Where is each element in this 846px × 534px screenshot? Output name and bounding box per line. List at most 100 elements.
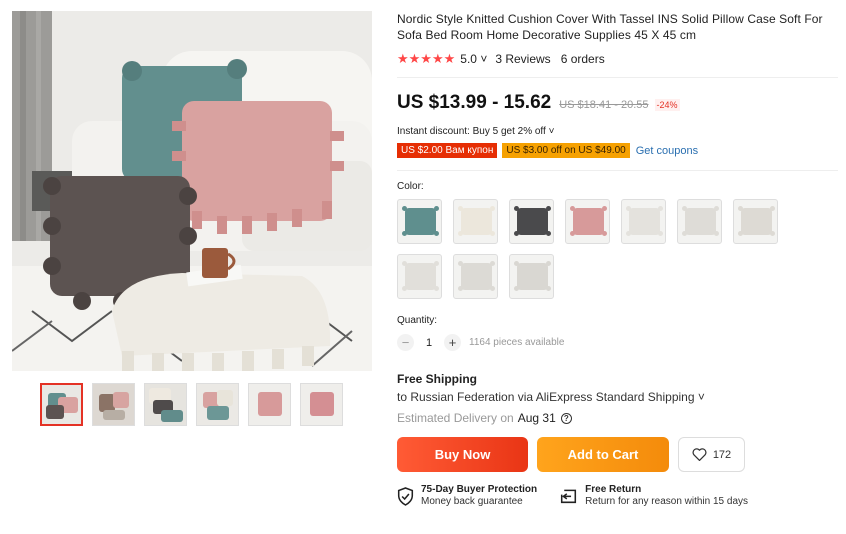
quantity-stepper: − 1 + 1164 pieces available [397,334,838,351]
wishlist-button[interactable]: 172 [678,437,745,472]
shipping-destination-dropdown[interactable]: to Russian Federation via AliExpress Sta… [397,390,838,404]
swatch-tassel [490,231,495,236]
heart-icon [692,448,707,461]
reviews-link[interactable]: 3 Reviews [495,52,550,66]
color-swatch-white-5[interactable] [453,254,498,299]
main-product-image[interactable] [12,11,372,371]
swatch-pillow [405,263,436,290]
color-swatch-charcoal[interactable] [509,199,554,244]
chevron-down-icon: ˅ [480,52,488,66]
original-price: US $18.41 - 20.55 [559,99,649,111]
swatch-tassel [434,261,439,266]
swatch-tassel [626,206,631,211]
color-label: Color: [397,181,424,192]
return-title: Free Return [585,484,642,495]
action-buttons: Buy Now Add to Cart 172 [397,437,838,472]
swatch-tassel [546,206,551,211]
color-swatch-pink[interactable] [565,199,610,244]
add-to-cart-button[interactable]: Add to Cart [537,437,669,472]
protection-title: 75-Day Buyer Protection [421,484,538,495]
return-subtitle: Return for any reason within 15 days [585,496,749,507]
color-swatch-teal[interactable] [397,199,442,244]
thumbnail-4[interactable] [196,383,239,426]
rating-row: ★★★★★ 5.0 ˅ 3 Reviews 6 orders [397,51,838,67]
thumbnail-3[interactable] [144,383,187,426]
swatch-tassel [458,261,463,266]
swatch-pillow [629,208,660,235]
swatch-tassel [490,286,495,291]
swatch-tassel [682,231,687,236]
swatch-tassel [546,261,551,266]
star-rating-icon: ★★★★★ [397,51,456,66]
swatch-pillow [685,208,716,235]
guarantees: 75-Day Buyer Protection Money back guara… [397,484,838,508]
discount-badge: -24% [654,99,680,111]
thumbnail-1[interactable] [40,383,83,426]
return-icon [561,489,577,504]
swatch-pillow [461,263,492,290]
instant-discount-dropdown[interactable]: Instant discount: Buy 5 get 2% off ˅ [397,126,838,137]
color-swatch-cream[interactable] [453,199,498,244]
color-swatch-white-1[interactable] [621,199,666,244]
swatch-pillow [517,208,548,235]
quantity-input[interactable]: 1 [414,337,444,349]
coupon-orange[interactable]: US $3.00 off on US $49.00 [502,143,630,158]
get-coupons-link[interactable]: Get coupons [636,145,698,157]
swatch-tassel [658,206,663,211]
divider [397,170,838,171]
swatch-tassel [458,206,463,211]
swatch-tassel [546,286,551,291]
shipping-title: Free Shipping [397,372,478,386]
help-icon[interactable]: ? [560,412,572,424]
product-details: Nordic Style Knitted Cushion Cover With … [397,11,838,508]
swatch-tassel [490,206,495,211]
swatch-tassel [658,231,663,236]
swatch-tassel [738,206,743,211]
color-swatch-white-4[interactable] [397,254,442,299]
swatch-tassel [434,231,439,236]
swatch-tassel [514,286,519,291]
color-swatches [397,199,797,309]
swatch-tassel [402,286,407,291]
swatch-tassel [514,231,519,236]
swatch-pillow [461,208,492,235]
swatch-tassel [602,231,607,236]
swatch-tassel [770,231,775,236]
delivery-date: Aug 31 [517,411,556,425]
quantity-plus-button[interactable]: + [444,334,461,351]
protection-subtitle: Money back guarantee [421,496,523,507]
thumbnail-6[interactable] [300,383,343,426]
swatch-pillow [573,208,604,235]
buyer-protection: 75-Day Buyer Protection Money back guara… [397,484,537,508]
coupon-red[interactable]: US $2.00 Вам купон [397,143,498,158]
swatch-tassel [770,206,775,211]
color-swatch-white-3[interactable] [733,199,778,244]
product-title: Nordic Style Knitted Cushion Cover With … [397,12,823,42]
quantity-label: Quantity: [397,315,438,326]
color-swatch-white-6[interactable] [509,254,554,299]
swatch-tassel [682,206,687,211]
rating-number: 5.0 [460,52,477,66]
swatch-tassel [514,261,519,266]
swatch-tassel [570,206,575,211]
thumbnail-2[interactable] [92,383,135,426]
swatch-tassel [546,231,551,236]
thumbnail-5[interactable] [248,383,291,426]
swatch-pillow [741,208,772,235]
swatch-tassel [570,231,575,236]
rating-value[interactable]: 5.0 ˅ [460,52,487,66]
color-swatch-white-2[interactable] [677,199,722,244]
swatch-tassel [626,231,631,236]
swatch-tassel [714,231,719,236]
quantity-minus-button[interactable]: − [397,334,414,351]
swatch-pillow [517,263,548,290]
swatch-tassel [490,261,495,266]
swatch-tassel [402,261,407,266]
swatch-tassel [602,206,607,211]
free-return: Free Return Return for any reason within… [559,484,748,508]
buy-now-button[interactable]: Buy Now [397,437,528,472]
delivery-label: Estimated Delivery on [397,411,514,425]
swatch-tassel [402,206,407,211]
pieces-available: 1164 pieces available [469,337,565,348]
divider [397,77,838,78]
